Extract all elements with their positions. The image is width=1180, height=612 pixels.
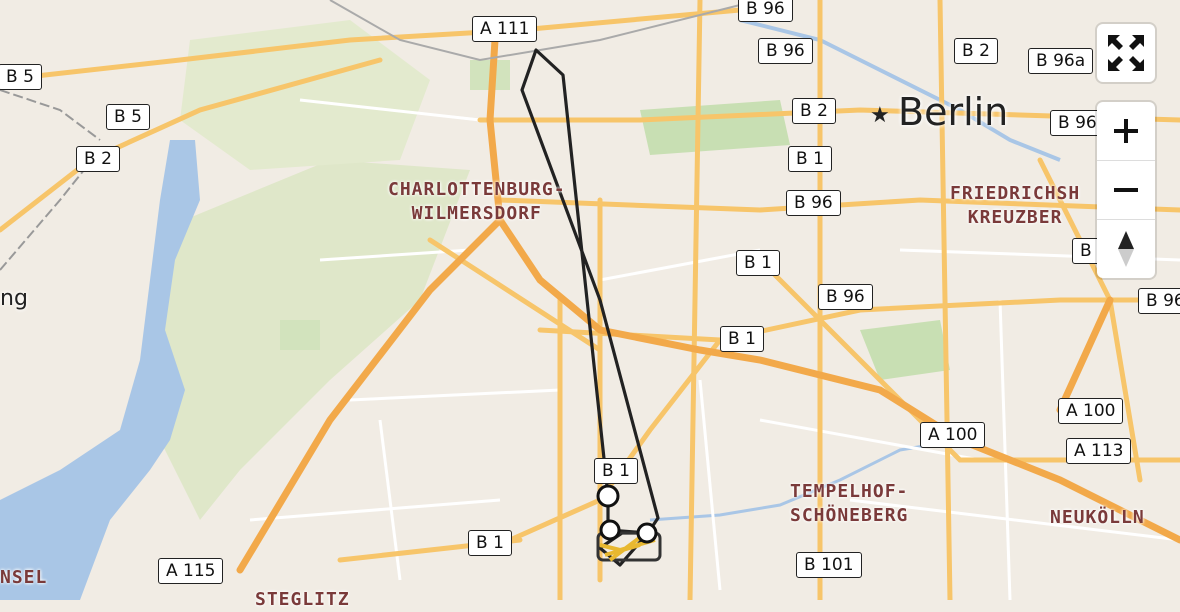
district-charlottenburg: CHARLOTTENBURG- WILMERSDORF [388,179,566,224]
district-nsel: NSEL [0,567,48,588]
plus-icon [1114,119,1138,143]
fullscreen-control [1097,24,1155,82]
fullscreen-icon [1108,35,1144,71]
fullscreen-button[interactable] [1097,24,1155,82]
road-shield: B 96 [1138,288,1180,314]
road-shield: B 1 [788,146,832,172]
district-neukoelln: NEUKÖLLN [1050,507,1145,528]
route-waypoint-2[interactable] [599,519,621,541]
road-shield: B 96 [818,284,873,310]
city-star-icon: ★ [870,103,890,128]
road-shield: B 2 [76,146,120,172]
route-waypoint-1[interactable] [596,484,620,508]
road-shield: B 96 [786,190,841,216]
navigation-control [1097,102,1155,278]
district-steglitz: STEGLITZ [255,589,350,610]
road-shield: A 100 [920,422,986,448]
zoom-out-button[interactable] [1097,160,1155,219]
road-shield: B 101 [796,552,862,578]
road-shield: A 100 [1058,398,1124,424]
park-small-1 [280,320,320,350]
route-waypoint-3[interactable] [636,522,658,544]
road-shield: B 1 [594,458,638,484]
minus-icon [1114,188,1138,192]
compass-icon [1118,231,1134,267]
road-shield: B 1 [720,326,764,352]
road-shield: A 115 [158,558,224,584]
road-shield: B 1 [468,530,512,556]
road-shield: B 2 [954,38,998,64]
road-shield: B 2 [792,98,836,124]
road-shield: B 5 [106,104,150,130]
district-friedrichshain: FRIEDRICHSH KREUZBER [950,183,1081,228]
road-shield: B 5 [0,64,42,90]
road-shield: B 96a [1028,48,1094,74]
reset-bearing-button[interactable] [1097,219,1155,278]
road-shield: A 111 [472,16,538,42]
road-shield: B 96 [758,38,813,64]
road-shield: B 1 [736,250,780,276]
road-shield: A 113 [1066,438,1132,464]
road-shield: B 96 [738,0,793,22]
district-tempelhof: TEMPELHOF- SCHÖNEBERG [790,481,909,526]
place-label-fragment: ng [0,286,28,311]
zoom-in-button[interactable] [1097,102,1155,160]
city-label-berlin: Berlin [898,90,1009,134]
